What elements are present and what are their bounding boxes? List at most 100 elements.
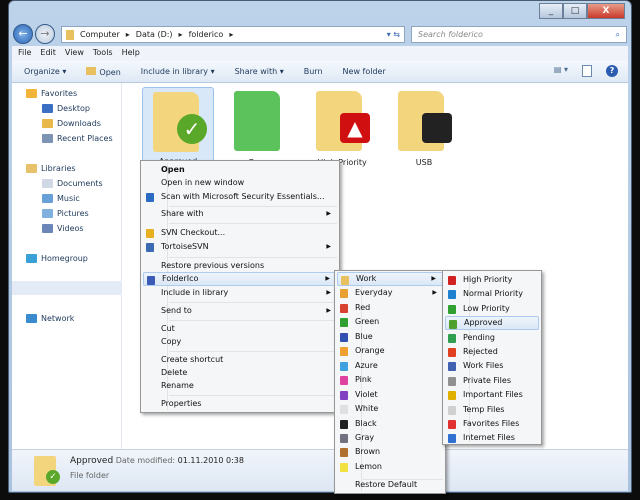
sidebar-item-label: Network bbox=[41, 314, 75, 323]
maximize-button[interactable]: □ bbox=[563, 3, 587, 19]
menu-item-share-with[interactable]: Share with ▶ bbox=[143, 207, 337, 221]
menu-item-label: Black bbox=[355, 418, 377, 428]
breadcrumb-folderico[interactable]: folderico bbox=[189, 30, 224, 39]
menu-item-normal-priority[interactable]: Normal Priority bbox=[445, 287, 539, 301]
menu-item-open-in-new-window[interactable]: Open in new window bbox=[143, 176, 337, 190]
sidebar-item-network[interactable]: Network bbox=[26, 314, 74, 323]
file-item-approved[interactable]: ✓Approved bbox=[142, 87, 214, 166]
menu-item-restore-previous-versions[interactable]: Restore previous versions bbox=[143, 259, 337, 273]
sidebar-item-homegroup[interactable]: Homegroup bbox=[26, 254, 88, 263]
internet-files-icon bbox=[448, 434, 456, 444]
menu-item-work[interactable]: Work ▶ bbox=[337, 272, 443, 286]
usb-overlay-icon bbox=[422, 113, 452, 143]
preview-pane-icon[interactable] bbox=[582, 65, 592, 77]
menu-item-label: Lemon bbox=[355, 461, 382, 471]
menu-tools[interactable]: Tools bbox=[93, 48, 113, 59]
menu-item-open[interactable]: Open bbox=[143, 163, 337, 177]
menu-item-rename[interactable]: Rename bbox=[143, 379, 337, 393]
sidebar-item-pictures[interactable]: Pictures bbox=[42, 209, 89, 218]
sidebar-item-desktop[interactable]: Desktop bbox=[42, 104, 90, 113]
sidebar-item-favorites[interactable]: Favorites bbox=[26, 89, 77, 98]
menu-item-folderico[interactable]: FolderIco ▶ bbox=[143, 272, 337, 286]
back-button[interactable]: ← bbox=[13, 24, 33, 44]
menu-item-everyday[interactable]: Everyday ▶ bbox=[337, 286, 443, 300]
organize-button[interactable]: Organize ▾ bbox=[24, 67, 66, 76]
menu-item-approved[interactable]: Approved bbox=[445, 316, 539, 331]
menu-item-label: Include in library bbox=[161, 288, 229, 297]
menu-item-gray[interactable]: Gray bbox=[337, 431, 443, 445]
menu-item-copy[interactable]: Copy bbox=[143, 335, 337, 349]
menu-item-low-priority[interactable]: Low Priority bbox=[445, 302, 539, 316]
menu-item-properties[interactable]: Properties bbox=[143, 397, 337, 411]
menu-item-cut[interactable]: Cut bbox=[143, 322, 337, 336]
menu-file[interactable]: File bbox=[18, 48, 31, 59]
menu-item-high-priority[interactable]: High Priority bbox=[445, 273, 539, 287]
menu-help[interactable]: Help bbox=[122, 48, 140, 59]
menu-item-label: Pending bbox=[463, 332, 495, 342]
file-item-high-priority[interactable]: ▲ High Priority bbox=[306, 87, 378, 167]
menu-item-create-shortcut[interactable]: Create shortcut bbox=[143, 353, 337, 367]
menu-item-include-in-library[interactable]: Include in library ▶ bbox=[143, 286, 337, 300]
sidebar-item-downloads[interactable]: Downloads bbox=[42, 119, 101, 128]
sidebar-item-label: Favorites bbox=[41, 89, 78, 98]
menu-item-rejected[interactable]: Rejected bbox=[445, 345, 539, 359]
view-options-icon[interactable]: ▤ ▾ bbox=[554, 65, 568, 77]
menu-item-pink[interactable]: Pink bbox=[337, 373, 443, 387]
menu-item-black[interactable]: Black bbox=[337, 417, 443, 431]
sidebar-item-videos[interactable]: Videos bbox=[42, 224, 84, 233]
high-priority-icon bbox=[448, 276, 456, 285]
menu-item-violet[interactable]: Violet bbox=[337, 388, 443, 402]
menu-item-red[interactable]: Red bbox=[337, 301, 443, 315]
menu-item-blue[interactable]: Blue bbox=[337, 330, 443, 344]
open-button[interactable]: Open bbox=[86, 66, 121, 77]
menu-item-label: Send to bbox=[161, 306, 192, 315]
breadcrumb-data[interactable]: Data (D:) bbox=[136, 30, 173, 39]
new-folder-button[interactable]: New folder bbox=[343, 67, 386, 76]
menu-edit[interactable]: Edit bbox=[40, 48, 56, 59]
forward-button[interactable]: → bbox=[35, 24, 55, 44]
menu-item-white[interactable]: White bbox=[337, 402, 443, 416]
sidebar-item-recent-places[interactable]: Recent Places bbox=[42, 134, 113, 143]
menu-item-orange[interactable]: Orange bbox=[337, 344, 443, 358]
sidebar-selection bbox=[12, 281, 122, 295]
menu-item-azure[interactable]: Azure bbox=[337, 359, 443, 373]
search-input[interactable]: Search folderico ⌕ bbox=[411, 26, 627, 43]
menu-view[interactable]: View bbox=[65, 48, 84, 59]
menu-item-restore-default[interactable]: Restore Default bbox=[337, 478, 443, 492]
sidebar-item-music[interactable]: Music bbox=[42, 194, 80, 203]
menu-item-lemon[interactable]: Lemon bbox=[337, 460, 443, 474]
sidebar-item-documents[interactable]: Documents bbox=[42, 179, 103, 188]
menu-separator bbox=[169, 320, 337, 321]
sidebar-item-label: Homegroup bbox=[41, 254, 88, 263]
address-bar[interactable]: Computer ▸ Data (D:) ▸ folderico ▸ ▾ ⇆ bbox=[61, 26, 405, 43]
breadcrumb-computer[interactable]: Computer bbox=[80, 30, 120, 39]
menu-item-temp-files[interactable]: Temp Files bbox=[445, 403, 539, 417]
burn-button[interactable]: Burn bbox=[304, 67, 323, 76]
file-item-usb[interactable]: USB bbox=[388, 87, 460, 167]
menu-item-important-files[interactable]: Important Files bbox=[445, 388, 539, 402]
menu-item-favorites-files[interactable]: Favorites Files bbox=[445, 417, 539, 431]
close-button[interactable]: X bbox=[587, 3, 625, 19]
menu-item-pending[interactable]: Pending bbox=[445, 331, 539, 345]
include-in-library-button[interactable]: Include in library ▾ bbox=[141, 67, 215, 76]
approved-overlay-icon: ✓ bbox=[177, 114, 207, 144]
menu-item-tortoisesvn[interactable]: TortoiseSVN ▶ bbox=[143, 240, 337, 254]
file-item-green[interactable]: Green bbox=[224, 87, 296, 167]
help-icon[interactable]: ? bbox=[606, 65, 618, 77]
menu-item-internet-files[interactable]: Internet Files bbox=[445, 431, 539, 445]
refresh-icon[interactable]: ▾ ⇆ bbox=[387, 30, 404, 39]
menu-separator bbox=[169, 302, 337, 303]
pending-icon bbox=[448, 333, 456, 343]
menu-item-svn-checkout[interactable]: SVN Checkout... bbox=[143, 226, 337, 240]
menu-item-brown[interactable]: Brown bbox=[337, 445, 443, 459]
sidebar-item-libraries[interactable]: Libraries bbox=[26, 164, 76, 173]
menu-item-green[interactable]: Green bbox=[337, 315, 443, 329]
menu-item-delete[interactable]: Delete bbox=[143, 366, 337, 380]
menu-item-private-files[interactable]: Private Files bbox=[445, 374, 539, 388]
chevron-right-icon: ▸ bbox=[178, 30, 183, 39]
menu-item-work-files[interactable]: Work Files bbox=[445, 359, 539, 373]
menu-item-send-to[interactable]: Send to ▶ bbox=[143, 304, 337, 318]
share-with-button[interactable]: Share with ▾ bbox=[235, 67, 284, 76]
menu-item-scan-with-microsoft-security-essentials[interactable]: Scan with Microsoft Security Essentials.… bbox=[143, 190, 337, 204]
minimize-button[interactable]: _ bbox=[539, 3, 563, 19]
